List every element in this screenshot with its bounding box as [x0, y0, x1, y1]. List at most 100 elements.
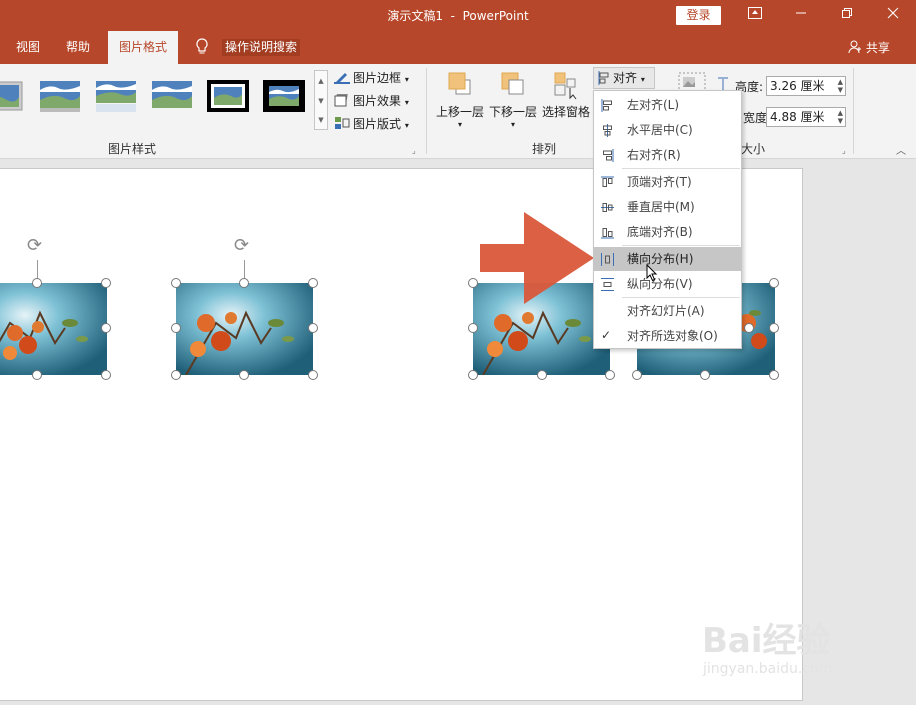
gallery-up-icon[interactable]: ▲: [315, 71, 327, 91]
menu-item-distribute-vertically[interactable]: 纵向分布(V): [594, 272, 741, 296]
style-thumbnail[interactable]: [0, 78, 24, 114]
picture-border-button[interactable]: 图片边框 ▾: [334, 68, 409, 88]
bring-forward-button[interactable]: 上移一层 ▾: [435, 70, 485, 129]
resize-handle[interactable]: [769, 370, 779, 380]
resize-handle[interactable]: [101, 278, 111, 288]
spinner-arrows-icon[interactable]: ▲ ▼: [838, 78, 843, 94]
selection-pane-label: 选择窗格: [541, 105, 590, 119]
width-input[interactable]: 4.88 厘米 ▲ ▼: [766, 107, 846, 127]
dialog-launcher-icon[interactable]: ⌟: [412, 146, 416, 155]
send-backward-icon: [501, 72, 524, 95]
style-thumbnail[interactable]: [96, 78, 140, 114]
menu-item-align-right[interactable]: 右对齐(R): [594, 143, 741, 167]
menu-item-align-to-slide[interactable]: 对齐幻灯片(A): [594, 299, 741, 323]
tab-help[interactable]: 帮助: [66, 31, 90, 64]
menu-item-label: 底端对齐(B): [627, 225, 693, 239]
align-top-icon: [601, 176, 614, 187]
tell-me-search[interactable]: 操作说明搜索: [222, 39, 301, 56]
resize-handle[interactable]: [32, 370, 42, 380]
distribute-vertical-icon: [601, 278, 614, 291]
style-thumbnail[interactable]: [207, 78, 251, 114]
pencil-icon: [334, 73, 350, 84]
resize-handle[interactable]: [537, 370, 547, 380]
width-value: 4.88 厘米: [770, 110, 825, 124]
rotation-stem: [244, 260, 245, 280]
picture-effects-button[interactable]: 图片效果 ▾: [334, 91, 409, 111]
menu-item-distribute-horizontally[interactable]: 横向分布(H): [594, 247, 741, 271]
resize-handle[interactable]: [171, 323, 181, 333]
resize-handle[interactable]: [101, 370, 111, 380]
resize-handle[interactable]: [468, 370, 478, 380]
tab-view[interactable]: 视图: [16, 31, 40, 64]
title-separator: -: [450, 9, 455, 23]
rotate-handle-icon[interactable]: ⟳: [27, 235, 42, 256]
gallery-scroll[interactable]: ▲ ▼ ▼: [314, 70, 328, 130]
menu-item-align-selected-objects[interactable]: ✓ 对齐所选对象(O): [594, 324, 741, 348]
dialog-launcher-icon[interactable]: ⌟: [842, 146, 846, 155]
menu-item-label: 左对齐(L): [627, 98, 680, 112]
title-bar: 演示文稿1 - PowerPoint 登录: [0, 0, 916, 31]
height-input[interactable]: 3.26 厘米 ▲ ▼: [766, 76, 846, 96]
picture-layout-button[interactable]: 图片版式 ▾: [334, 114, 409, 134]
rotate-handle-icon[interactable]: ⟳: [234, 235, 249, 256]
ribbon-display-options-icon[interactable]: [732, 0, 778, 31]
menu-separator: [622, 245, 740, 246]
resize-handle[interactable]: [700, 370, 710, 380]
slide-picture[interactable]: [0, 283, 107, 375]
resize-handle[interactable]: [308, 278, 318, 288]
style-thumbnail[interactable]: [152, 78, 196, 114]
resize-handle[interactable]: [769, 323, 779, 333]
login-button[interactable]: 登录: [676, 6, 721, 25]
style-thumbnail[interactable]: [263, 78, 307, 114]
resize-handle[interactable]: [468, 323, 478, 333]
menu-item-align-left[interactable]: 左对齐(L): [594, 93, 741, 117]
minimize-icon[interactable]: [778, 0, 824, 31]
style-thumbnail[interactable]: [40, 78, 84, 114]
send-backward-label: 下移一层: [488, 105, 537, 119]
menu-item-align-middle[interactable]: 垂直居中(M): [594, 195, 741, 219]
watermark-logo: Bai经验: [702, 621, 831, 661]
resize-handle[interactable]: [171, 278, 181, 288]
align-button[interactable]: 对齐 ▾: [593, 67, 655, 89]
menu-item-label: 右对齐(R): [627, 148, 681, 162]
menu-item-align-top[interactable]: 顶端对齐(T): [594, 170, 741, 194]
resize-handle[interactable]: [632, 370, 642, 380]
selection-pane-button[interactable]: 选择窗格: [541, 70, 591, 120]
resize-handle[interactable]: [171, 370, 181, 380]
slide-picture[interactable]: [176, 283, 313, 375]
resize-handle[interactable]: [769, 278, 779, 288]
resize-handle[interactable]: [239, 370, 249, 380]
resize-handle[interactable]: [239, 278, 249, 288]
menu-item-label: 垂直居中(M): [627, 200, 695, 214]
menu-item-label: 顶端对齐(T): [627, 175, 692, 189]
close-icon[interactable]: [870, 0, 916, 31]
gallery-more-icon[interactable]: ▼: [315, 111, 327, 129]
restore-icon[interactable]: [824, 0, 870, 31]
menu-item-label: 纵向分布(V): [627, 277, 693, 291]
menu-item-align-bottom[interactable]: 底端对齐(B): [594, 220, 741, 244]
resize-handle[interactable]: [744, 323, 754, 333]
send-backward-button[interactable]: 下移一层 ▾: [488, 70, 538, 129]
menu-item-label: 水平居中(C): [627, 123, 693, 137]
resize-handle[interactable]: [101, 323, 111, 333]
align-middle-icon: [601, 203, 614, 212]
resize-handle[interactable]: [32, 278, 42, 288]
collapse-ribbon-icon[interactable]: ︿: [896, 142, 906, 157]
resize-handle[interactable]: [605, 370, 615, 380]
align-icon: [598, 71, 609, 85]
resize-handle[interactable]: [308, 370, 318, 380]
align-dropdown-menu: 左对齐(L) 水平居中(C) 右对齐(R) 顶端对齐(T) 垂直居中(M) 底端…: [593, 90, 742, 349]
spinner-arrows-icon[interactable]: ▲ ▼: [838, 109, 843, 125]
gallery-down-icon[interactable]: ▼: [315, 91, 327, 111]
resize-handle[interactable]: [308, 323, 318, 333]
menu-separator: [622, 168, 740, 169]
orange-arrow-icon: [480, 212, 600, 307]
menu-item-align-center[interactable]: 水平居中(C): [594, 118, 741, 142]
tab-picture-format[interactable]: 图片格式: [108, 31, 179, 64]
bring-forward-label: 上移一层: [435, 105, 484, 119]
resize-handle[interactable]: [468, 278, 478, 288]
chevron-down-icon: ▾: [404, 98, 409, 107]
align-label: 对齐: [613, 71, 638, 85]
share-button[interactable]: 共享: [848, 39, 890, 56]
watermark-url: jingyan.baidu.com: [703, 661, 833, 677]
